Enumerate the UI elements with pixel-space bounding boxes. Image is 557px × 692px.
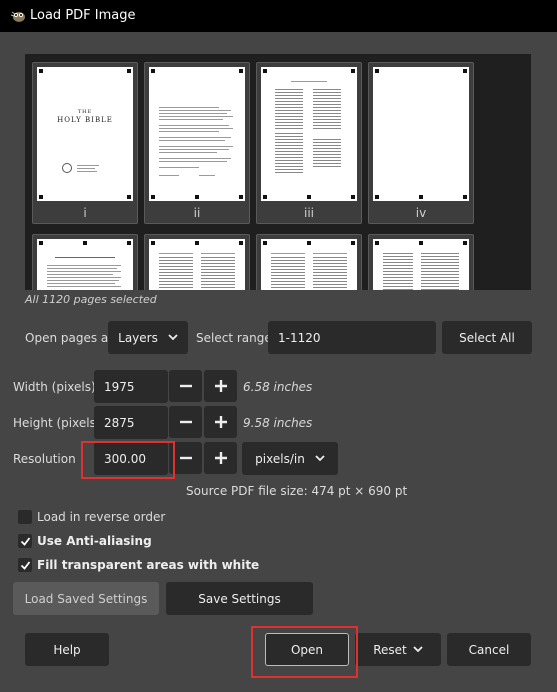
open-highlight-box [251,626,358,678]
select-range-label: Select range: [196,331,276,345]
resolution-unit-value: pixels/in [255,451,305,466]
minus-icon [179,456,192,460]
resolution-label: Resolution [13,452,76,466]
page-thumbnail[interactable] [144,234,250,290]
height-label: Height (pixels) [13,416,101,430]
title-bar: Load PDF Image [0,0,557,32]
select-range-input[interactable]: 1-1120 [268,321,436,354]
load-saved-settings-button[interactable]: Load Saved Settings [13,582,159,615]
page-label: ii [193,206,201,220]
minus-icon [179,384,192,388]
page-preview [261,67,357,201]
fill-white-label[interactable]: Fill transparent areas with white [37,558,259,572]
height-increment-button[interactable] [204,406,237,438]
height-input[interactable]: 2875 [94,406,168,439]
width-decrement-button[interactable] [169,370,202,402]
page-preview [373,239,469,290]
height-decrement-button[interactable] [169,406,202,438]
page-thumbnail-iv[interactable]: iv [368,62,474,224]
page-preview [37,239,133,290]
width-input[interactable]: 1975 [94,370,168,403]
width-label: Width (pixels) [13,380,96,394]
pages-selected-status: All 1120 pages selected [25,293,157,306]
resolution-increment-button[interactable] [204,442,237,474]
height-inches-hint: 9.58 inches [243,416,313,430]
page-label: iv [415,206,427,220]
resolution-highlight-box [81,441,175,479]
open-pages-dropdown[interactable]: Layers [108,321,188,354]
page-thumbnail[interactable] [256,234,362,290]
select-all-button[interactable]: Select All [442,321,532,354]
plus-icon [214,416,227,428]
page-preview: THE HOLY BIBLE [37,67,133,201]
page-thumbnail-i[interactable]: THE HOLY BIBLE i [32,62,138,224]
save-settings-button[interactable]: Save Settings [166,582,313,615]
reset-button[interactable]: Reset [355,633,441,666]
cancel-button[interactable]: Cancel [447,633,531,666]
reset-label: Reset [373,642,407,657]
check-icon [20,537,31,546]
plus-icon [214,380,227,392]
plus-icon [214,452,227,464]
page-label: i [83,206,87,220]
page-preview-heading: HOLY BIBLE [57,116,113,124]
chevron-down-icon [315,455,325,462]
page-preview [149,67,245,201]
page-preview [149,239,245,290]
minus-icon [179,420,192,424]
gimp-icon [10,11,25,22]
page-thumbnail-grid[interactable]: THE HOLY BIBLE i ii iii iv [25,54,531,290]
chevron-down-icon [413,646,423,653]
chevron-down-icon [168,334,178,341]
page-preview-title: THE [77,109,93,115]
page-thumbnail-ii[interactable]: ii [144,62,250,224]
page-label: iii [303,206,314,220]
source-file-size: Source PDF file size: 474 pt × 690 pt [186,484,408,498]
fill-white-checkbox[interactable] [18,558,32,572]
page-preview [373,67,469,201]
help-button[interactable]: Help [25,633,109,666]
page-thumbnail-iii[interactable]: iii [256,62,362,224]
window-title: Load PDF Image [30,8,136,23]
page-preview [261,239,357,290]
open-pages-value: Layers [118,330,158,345]
reverse-order-checkbox[interactable] [18,510,32,524]
anti-aliasing-checkbox[interactable] [18,534,32,548]
reverse-order-label[interactable]: Load in reverse order [37,510,165,524]
width-increment-button[interactable] [204,370,237,402]
check-icon [20,561,31,570]
open-pages-label: Open pages as [25,331,115,345]
page-thumbnail[interactable] [32,234,138,290]
page-thumbnail[interactable] [368,234,474,290]
resolution-unit-dropdown[interactable]: pixels/in [242,442,338,475]
anti-aliasing-label[interactable]: Use Anti-aliasing [37,534,152,548]
width-inches-hint: 6.58 inches [243,380,313,394]
